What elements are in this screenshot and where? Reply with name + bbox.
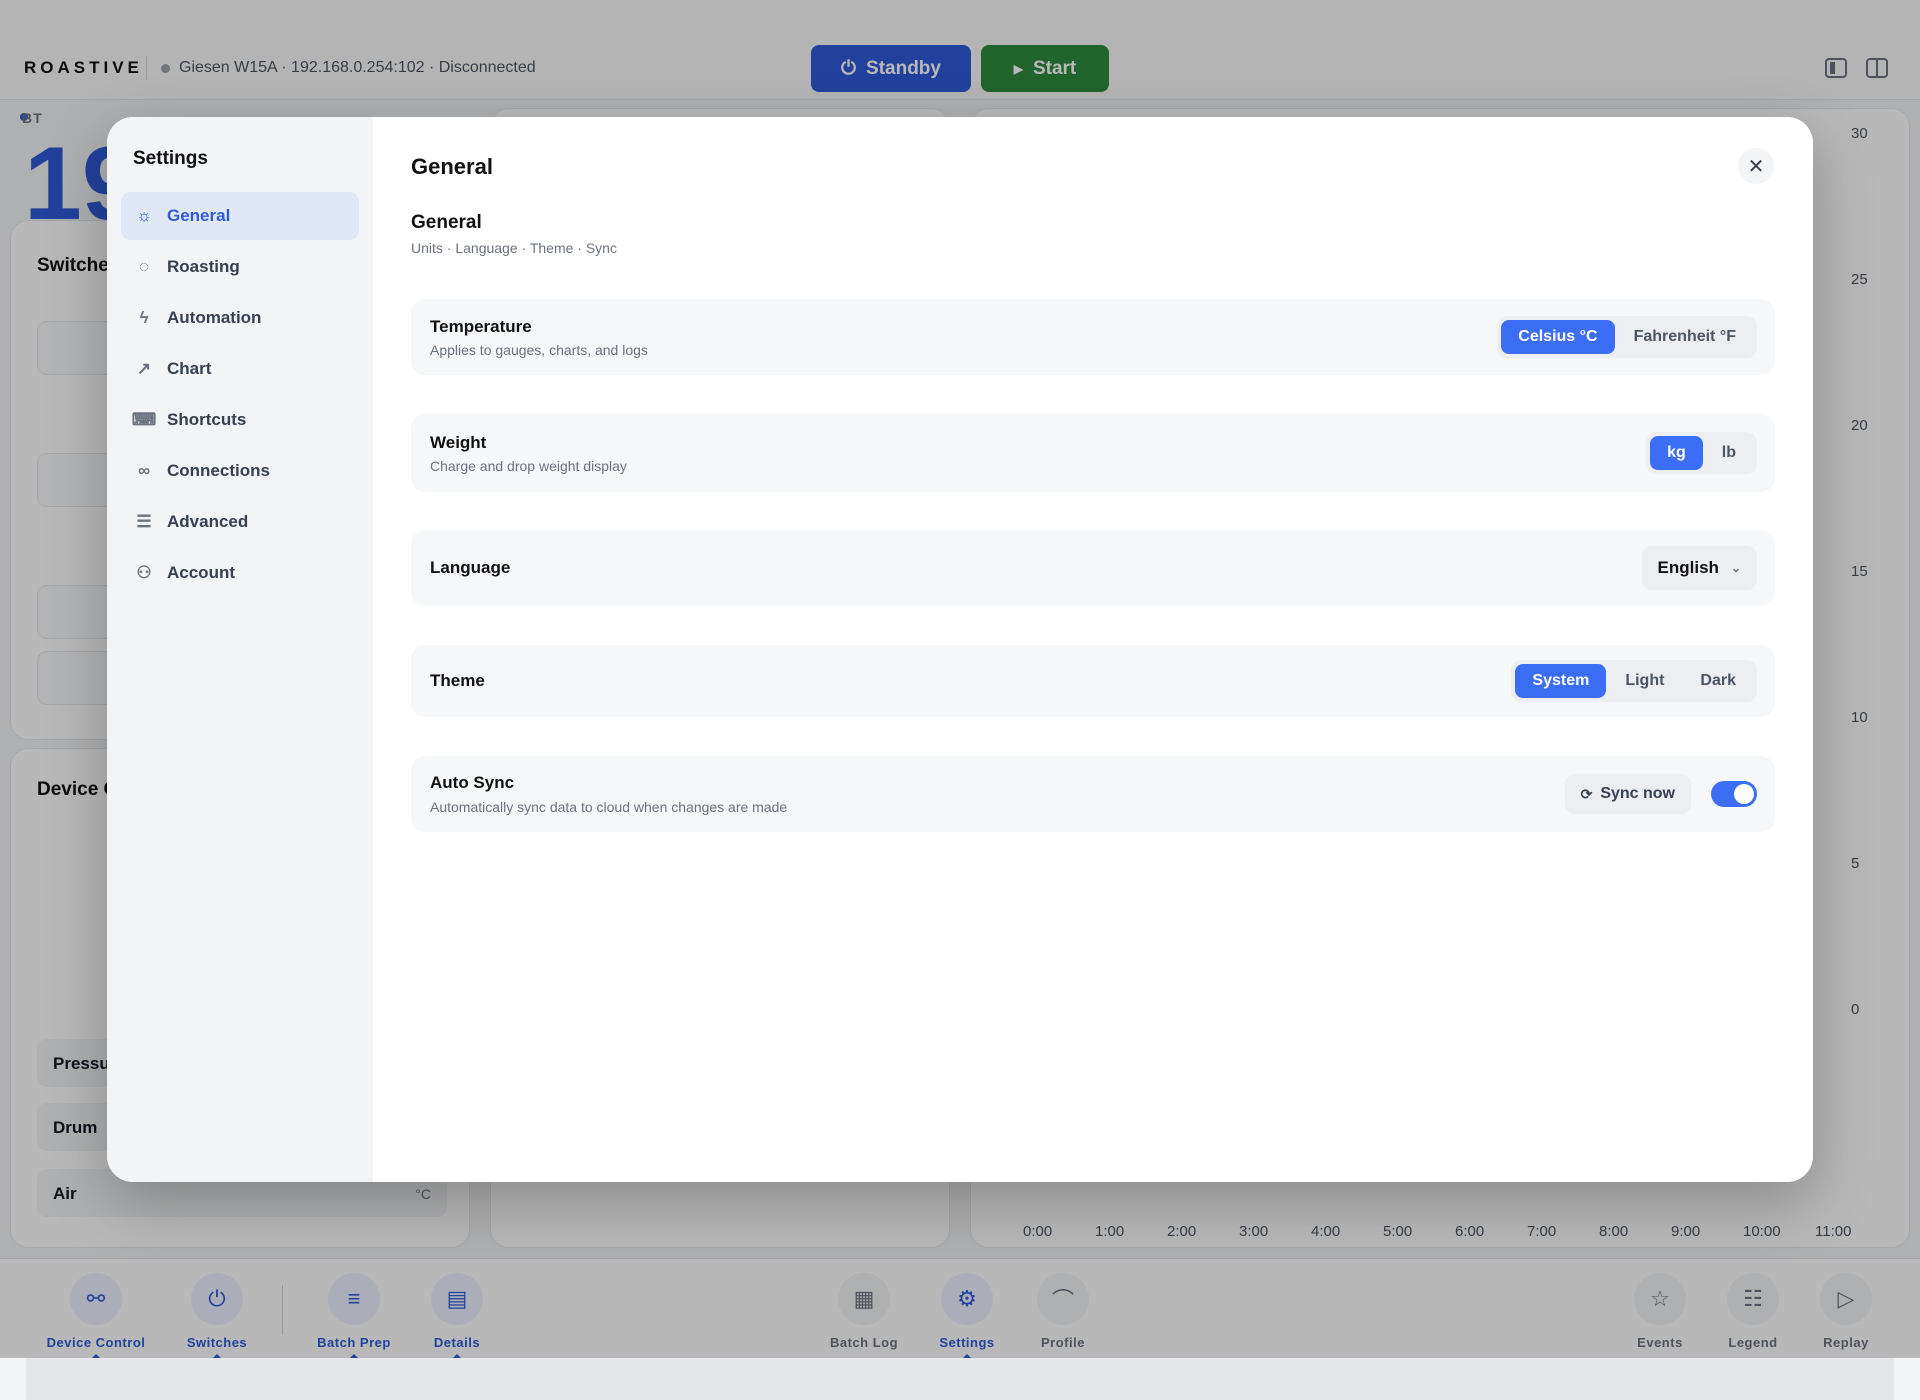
theme-system-option[interactable]: System bbox=[1515, 664, 1607, 698]
section-subtitle: Units · Language · Theme · Sync bbox=[411, 240, 617, 256]
settings-modal: Settings ☼ General ◌ Roasting ϟ Automati… bbox=[107, 117, 1813, 1182]
weight-setting: Weight Charge and drop weight display kg… bbox=[411, 414, 1775, 492]
sidebar-item-roasting[interactable]: ◌ Roasting bbox=[121, 243, 359, 291]
section-title: General bbox=[411, 212, 482, 233]
sidebar-item-label: Chart bbox=[167, 359, 212, 378]
sidebar-item-shortcuts[interactable]: ⌨ Shortcuts bbox=[121, 396, 359, 444]
keyboard-icon: ⌨ bbox=[131, 410, 157, 429]
auto-sync-toggle[interactable] bbox=[1711, 781, 1757, 807]
theme-setting: Theme System Light Dark bbox=[411, 645, 1775, 717]
sidebar-item-label: Shortcuts bbox=[167, 410, 247, 429]
sidebar-item-automation[interactable]: ϟ Automation bbox=[121, 294, 359, 342]
user-icon: ⚇ bbox=[136, 563, 152, 582]
weight-unit-toggle: kg lb bbox=[1646, 432, 1757, 474]
sidebar-item-account[interactable]: ⚇ Account bbox=[121, 549, 359, 597]
theme-toggle: System Light Dark bbox=[1511, 660, 1757, 702]
theme-light-option[interactable]: Light bbox=[1608, 664, 1681, 698]
language-label: Language bbox=[430, 558, 511, 577]
kg-option[interactable]: kg bbox=[1650, 436, 1703, 470]
sidebar-item-chart[interactable]: ↗ Chart bbox=[121, 345, 359, 393]
trend-icon: ↗ bbox=[136, 359, 152, 378]
sliders-icon: ☰ bbox=[136, 512, 152, 531]
sync-now-label: Sync now bbox=[1600, 785, 1675, 802]
language-select[interactable]: English ⌄ bbox=[1641, 546, 1757, 590]
page-title: General bbox=[411, 154, 493, 179]
close-button[interactable]: ✕ bbox=[1738, 148, 1774, 184]
sidebar-item-label: Roasting bbox=[167, 257, 240, 276]
temperature-label: Temperature bbox=[430, 317, 532, 336]
auto-sync-label: Auto Sync bbox=[430, 773, 515, 792]
sidebar-item-label: Connections bbox=[167, 461, 270, 480]
sidebar-item-label: Advanced bbox=[167, 512, 249, 531]
weight-label: Weight bbox=[430, 433, 487, 452]
link-icon: ∞ bbox=[137, 461, 151, 480]
sidebar-item-advanced[interactable]: ☰ Advanced bbox=[121, 498, 359, 546]
auto-sync-desc: Automatically sync data to cloud when ch… bbox=[430, 799, 788, 815]
chevron-down-icon: ⌄ bbox=[1730, 561, 1741, 575]
sun-icon: ☼ bbox=[136, 206, 152, 225]
bottom-strip bbox=[26, 1358, 1894, 1400]
close-icon: ✕ bbox=[1747, 155, 1765, 178]
settings-title: Settings bbox=[133, 148, 208, 169]
language-value: English bbox=[1657, 558, 1719, 577]
drop-icon: ◌ bbox=[138, 257, 150, 276]
refresh-icon: ⟳ bbox=[1580, 785, 1593, 802]
theme-dark-option[interactable]: Dark bbox=[1683, 664, 1753, 698]
fahrenheit-option[interactable]: Fahrenheit °F bbox=[1617, 320, 1753, 354]
bolt-icon: ϟ bbox=[139, 308, 149, 327]
temperature-setting: Temperature Applies to gauges, charts, a… bbox=[411, 299, 1775, 375]
theme-label: Theme bbox=[430, 671, 485, 690]
temperature-unit-toggle: Celsius °C Fahrenheit °F bbox=[1497, 316, 1757, 358]
settings-content: General ✕ General Units · Language · The… bbox=[373, 117, 1813, 1182]
weight-desc: Charge and drop weight display bbox=[430, 458, 627, 474]
sidebar-item-label: Account bbox=[167, 563, 235, 582]
settings-sidebar: Settings ☼ General ◌ Roasting ϟ Automati… bbox=[107, 117, 373, 1182]
sync-now-button[interactable]: ⟳ Sync now bbox=[1564, 774, 1691, 814]
celsius-option[interactable]: Celsius °C bbox=[1501, 320, 1615, 354]
sidebar-item-connections[interactable]: ∞ Connections bbox=[121, 447, 359, 495]
sidebar-item-label: Automation bbox=[167, 308, 262, 327]
auto-sync-setting: Auto Sync Automatically sync data to clo… bbox=[411, 756, 1775, 832]
lb-option[interactable]: lb bbox=[1705, 436, 1753, 470]
sidebar-item-general[interactable]: ☼ General bbox=[121, 192, 359, 240]
temperature-desc: Applies to gauges, charts, and logs bbox=[430, 342, 648, 358]
sidebar-item-label: General bbox=[167, 206, 231, 225]
language-setting: Language English ⌄ bbox=[411, 530, 1775, 606]
